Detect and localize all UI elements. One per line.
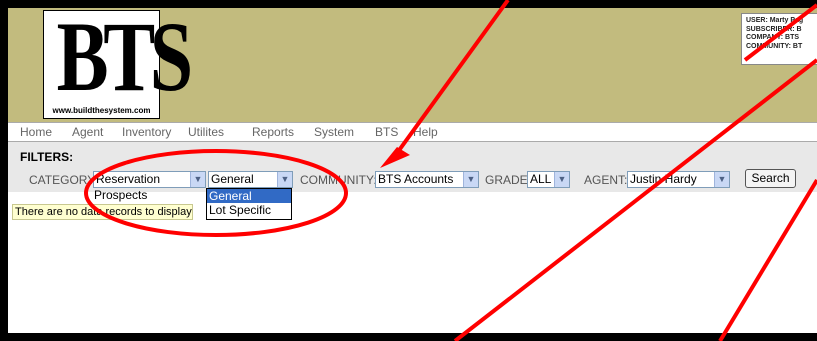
annotation-strike-line: [453, 58, 817, 341]
app-window: BTS www.buildthesystem.com USER: Marty P…: [0, 0, 817, 341]
annotation-strike-line: [743, 3, 817, 62]
annotation-arrowhead: [380, 147, 410, 168]
annotation-circle: [84, 149, 348, 237]
annotation-strike-line: [718, 178, 817, 341]
annotation-arrow-line: [390, 0, 510, 162]
annotation-overlay: [84, 0, 817, 341]
